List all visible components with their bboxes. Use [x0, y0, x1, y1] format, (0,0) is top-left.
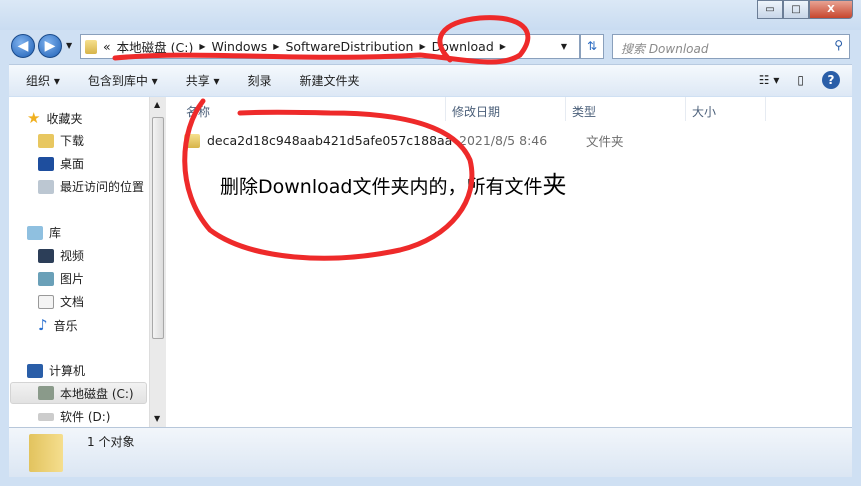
nav-downloads[interactable]: 下载 [38, 132, 84, 149]
nav-computer[interactable]: 计算机 [27, 362, 85, 379]
share-menu[interactable]: 共享 ▾ [186, 72, 220, 89]
file-list: 名称 修改日期 类型 大小 deca2d18c948aab421d5afe057… [166, 97, 852, 427]
minimize-button[interactable]: ▭ [757, 0, 783, 19]
computer-icon [27, 363, 43, 378]
scrollbar-thumb[interactable] [152, 117, 164, 339]
video-icon [38, 248, 54, 263]
nav-documents[interactable]: 文档 [38, 293, 84, 310]
nav-pictures[interactable]: 图片 [38, 270, 84, 287]
music-icon: ♪ [38, 316, 48, 334]
address-dropdown[interactable]: ▼ [561, 42, 567, 51]
back-button[interactable]: ◀ [11, 34, 35, 58]
preview-pane-icon[interactable]: ▯ [797, 73, 804, 87]
title-bar: ▭ □ X [0, 0, 861, 30]
recent-places-icon [38, 179, 54, 194]
close-button[interactable]: X [809, 0, 853, 19]
breadcrumb-download[interactable]: Download [432, 39, 494, 54]
include-in-library-menu[interactable]: 包含到库中 ▾ [88, 72, 158, 89]
breadcrumb-windows[interactable]: Windows [211, 39, 267, 54]
search-input[interactable]: 搜索 Download ⚲ [612, 34, 850, 59]
pictures-icon [38, 271, 54, 286]
annotation-text: 删除Download文件夹内的，所有文件夹 [220, 171, 567, 199]
documents-icon [38, 294, 54, 309]
star-icon: ★ [27, 109, 41, 127]
file-type: 文件夹 [586, 134, 624, 149]
recent-pages-dropdown[interactable]: ▼ [66, 41, 72, 50]
nav-drive-c[interactable]: 本地磁盘 (C:) [10, 382, 147, 404]
file-name: deca2d18c948aab421d5afe057c188aa [207, 133, 453, 148]
column-header-size[interactable]: 大小 [686, 97, 766, 121]
address-overflow[interactable]: « [103, 39, 111, 54]
drive-icon [38, 412, 54, 421]
desktop-icon [38, 156, 54, 171]
nav-scrollbar[interactable]: ▲ ▼ [149, 97, 166, 427]
downloads-icon [38, 133, 54, 148]
view-options-icon[interactable]: ☷ ▾ [759, 73, 780, 87]
folder-icon [85, 39, 97, 54]
burn-button[interactable]: 刻录 [248, 72, 272, 89]
nav-favorites[interactable]: ★ 收藏夹 [27, 109, 82, 127]
nav-desktop[interactable]: 桌面 [38, 155, 84, 172]
search-icon: ⚲ [834, 38, 843, 52]
breadcrumb-softwaredistribution[interactable]: SoftwareDistribution [285, 39, 413, 54]
library-icon [27, 225, 43, 240]
nav-libraries[interactable]: 库 [27, 224, 61, 241]
item-count: 1 个对象 [87, 435, 135, 449]
nav-music[interactable]: ♪ 音乐 [38, 316, 78, 334]
forward-button[interactable]: ▶ [38, 34, 62, 58]
organize-menu[interactable]: 组织 ▾ [26, 72, 60, 89]
address-bar[interactable]: « 本地磁盘 (C:) ▶ Windows ▶ SoftwareDistributi… [80, 34, 580, 59]
scroll-down-arrow[interactable]: ▼ [154, 414, 160, 423]
breadcrumb-drive-c[interactable]: 本地磁盘 (C:) [117, 37, 194, 56]
command-bar: 组织 ▾ 包含到库中 ▾ 共享 ▾ 刻录 新建文件夹 ☷ ▾ ▯ ? [9, 64, 852, 96]
nav-drive-d[interactable]: 软件 (D:) [38, 408, 110, 425]
new-folder-button[interactable]: 新建文件夹 [300, 72, 360, 89]
drive-c-icon [38, 386, 54, 400]
nav-videos[interactable]: 视频 [38, 247, 84, 264]
column-header-date[interactable]: 修改日期 [446, 97, 566, 121]
folder-large-icon [29, 434, 63, 472]
scroll-up-arrow[interactable]: ▲ [154, 100, 160, 109]
nav-recent[interactable]: 最近访问的位置 [38, 178, 144, 195]
navigation-pane: ★ 收藏夹 下载 桌面 最近访问的位置 库 视频 图片 文档 ♪ 音乐 计算机 本地… [9, 97, 149, 427]
file-date: 2021/8/5 8:46 [459, 133, 548, 148]
help-icon[interactable]: ? [822, 71, 840, 89]
details-pane: 1 个对象 [9, 427, 852, 477]
column-header-name[interactable]: 名称 [166, 97, 446, 121]
folder-icon [184, 133, 200, 148]
column-header-type[interactable]: 类型 [566, 97, 686, 121]
file-row[interactable]: deca2d18c948aab421d5afe057c188aa 2021/8/… [184, 131, 624, 150]
maximize-button[interactable]: □ [783, 0, 809, 19]
refresh-button[interactable]: ⇅ [580, 34, 604, 59]
